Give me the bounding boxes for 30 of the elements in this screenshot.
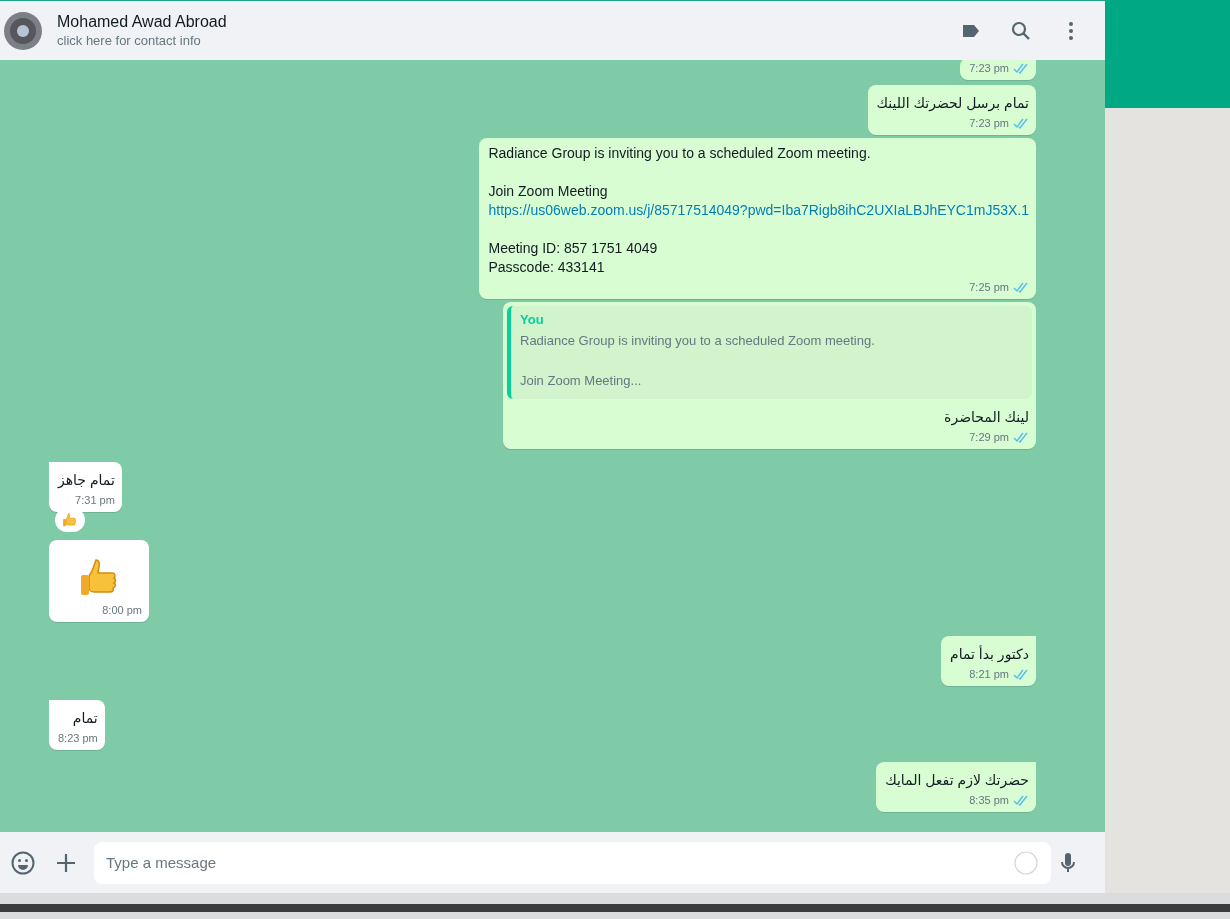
- meeting-link[interactable]: https://us06web.zoom.us/j/85717514049?pwd=Iba7Rigb8ihC2UXIaLBJhEYC1mJ53X.1: [488, 201, 1029, 220]
- message-time: 8:21 pm: [969, 668, 1009, 680]
- contact-info-hint[interactable]: click here for contact info: [57, 33, 201, 48]
- message-text: تمام جاهز: [58, 471, 115, 490]
- message-text: Meeting ID: 857 1751 4049: [488, 239, 658, 258]
- thumbs-up-icon: [62, 512, 78, 528]
- emoji-icon[interactable]: [10, 849, 36, 876]
- message-text: تمام: [72, 709, 98, 728]
- quoted-message[interactable]: You Radiance Group is inviting you to a scheduled Zoom meeting. Join Zoom Meeting...: [507, 306, 1032, 399]
- message-text: دكتور بدأ تمام: [950, 644, 1029, 664]
- contact-name[interactable]: Mohamed Awad Abroad: [57, 13, 227, 31]
- avatar-icon[interactable]: [4, 11, 42, 50]
- message-time: 7:31 pm: [75, 494, 115, 506]
- message-text: تمام برسل لحضرتك اللينك: [876, 94, 1029, 113]
- message-time: 7:29 pm: [969, 431, 1009, 443]
- quote-author: You: [520, 312, 544, 327]
- message-text: Join Zoom Meeting: [488, 182, 608, 201]
- message-time: 7:23 pm: [969, 117, 1009, 129]
- message-text: حضرتك لازم تفعل المايك: [885, 771, 1029, 790]
- message-time: 7:23 pm: [969, 62, 1009, 74]
- message-time: 8:00 pm: [102, 604, 142, 616]
- quote-text: Radiance Group is inviting you to a scheduled Zoom meeting.: [520, 332, 875, 350]
- quote-text: Join Zoom Meeting...: [520, 372, 642, 390]
- message-text: Radiance Group is inviting you to a scheduled Zoom meeting.: [488, 144, 871, 163]
- message-time: 8:23 pm: [58, 732, 98, 744]
- message-time: 7:25 pm: [969, 281, 1009, 293]
- message-input-field[interactable]: Type a message: [94, 841, 1051, 884]
- message-text: لينك المحاضرة: [944, 408, 1029, 427]
- message-text: Passcode: 433141: [488, 258, 605, 277]
- message-time: 8:35 pm: [969, 794, 1009, 806]
